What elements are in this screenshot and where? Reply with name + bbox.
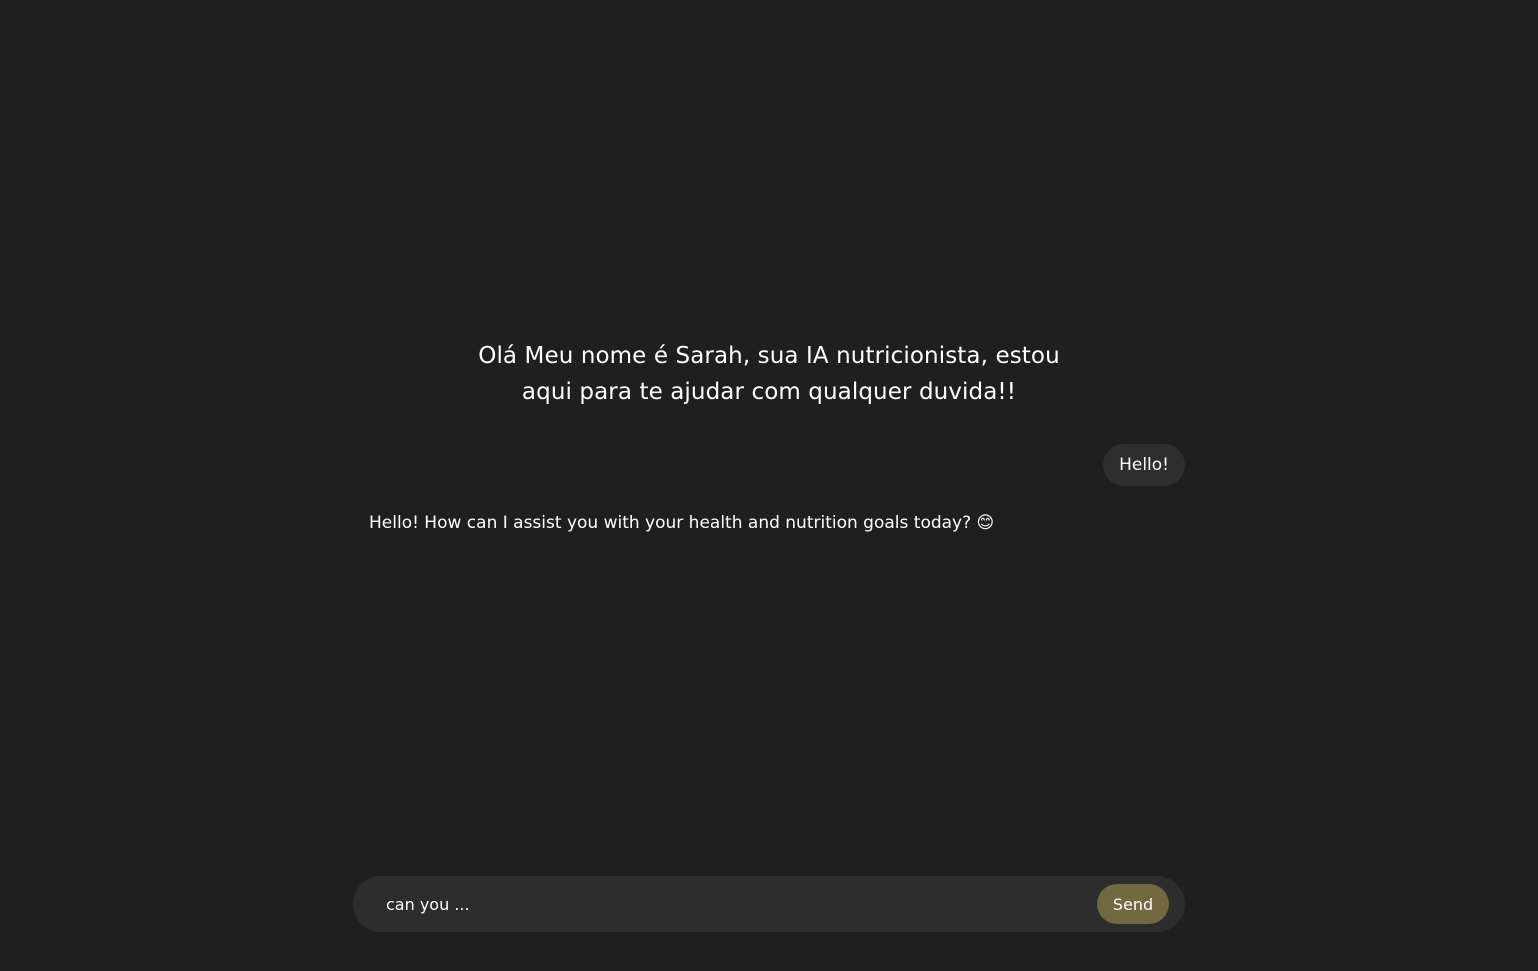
message-composer: Send [353,876,1185,932]
message-input[interactable] [386,886,1097,922]
chat-app: Olá Meu nome é Sarah, sua IA nutricionis… [0,0,1538,971]
assistant-message: Hello! How can I assist you with your he… [369,513,995,533]
greeting-line-1: Olá Meu nome é Sarah, sua IA nutricionis… [478,343,1060,369]
user-message-bubble: Hello! [1103,444,1185,486]
send-button[interactable]: Send [1097,884,1169,924]
greeting-heading: Olá Meu nome é Sarah, sua IA nutricionis… [0,338,1538,410]
greeting-line-2: aqui para te ajudar com qualquer duvida!… [521,379,1017,405]
